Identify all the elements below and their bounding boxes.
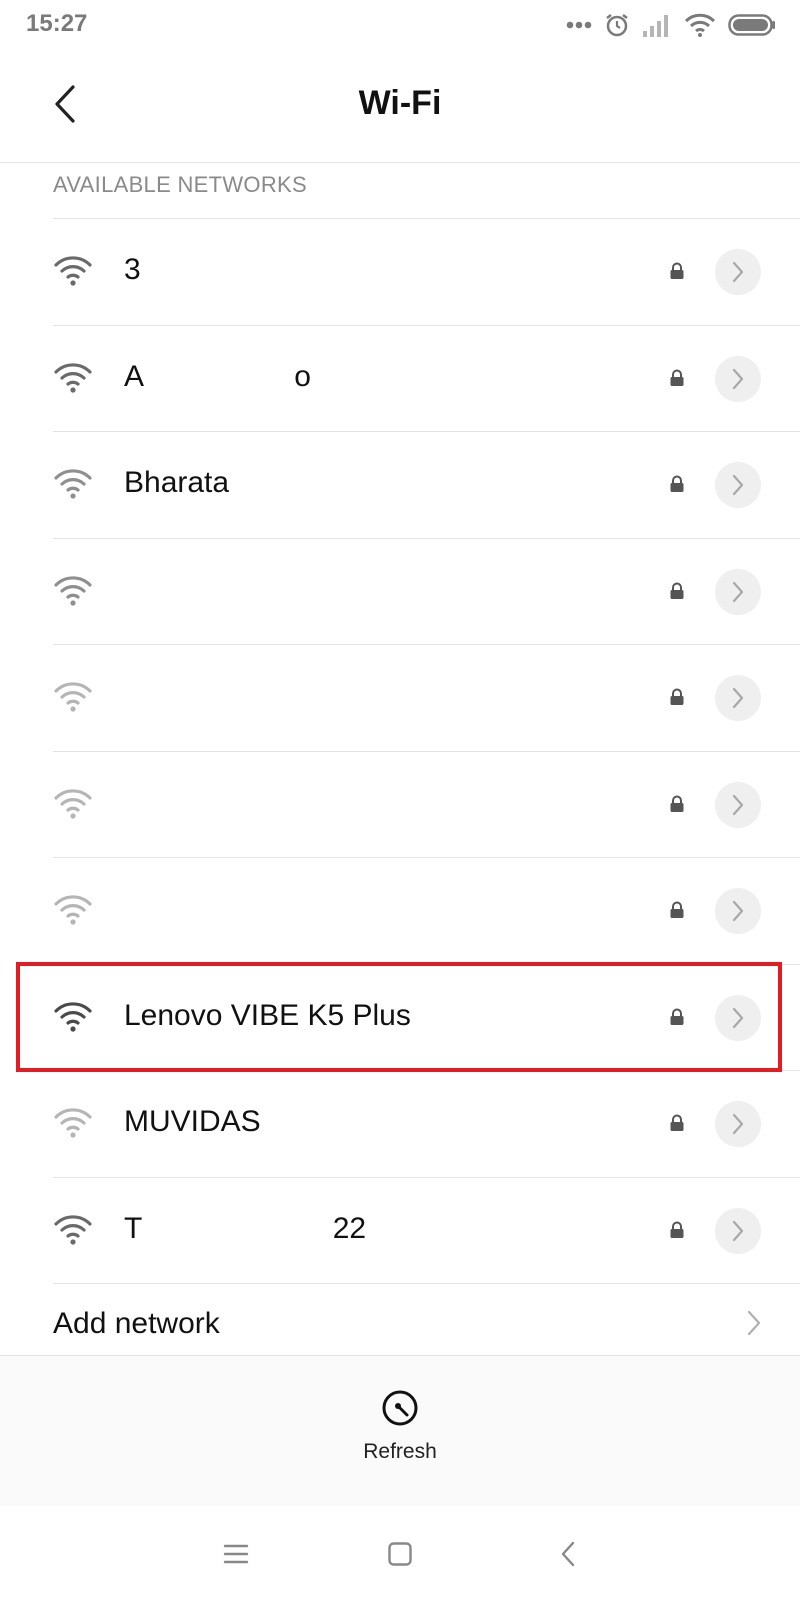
wifi-signal-icon [53,1001,93,1033]
wifi-signal-icon [53,575,93,607]
wifi-signal-icon [53,1107,93,1139]
lock-icon [669,688,685,706]
network-details-button[interactable] [715,568,761,615]
network-details-button[interactable] [715,675,761,721]
chevron-right-icon [732,1220,744,1241]
status-time: 15:27 [26,10,88,37]
chevron-right-icon [732,794,744,815]
network-details-button[interactable] [715,462,761,508]
network-details-button[interactable] [715,888,761,934]
lock-icon [669,369,685,387]
wifi-signal-icon [53,788,93,820]
menu-icon [223,1544,249,1564]
network-row[interactable] [53,539,800,645]
network-name: T 22 [124,1211,367,1245]
network-row[interactable]: Lenovo VIBE K5 Plus [53,965,800,1071]
refresh-label: Refresh [363,1440,437,1463]
network-row[interactable]: Bharata [53,432,800,539]
chevron-right-icon [732,368,744,389]
alarm-icon [604,12,630,38]
network-list: 3 A o Bharata Lenovo VIBE K5 Plus MUVIDAS T 2… [0,219,800,1284]
home-button[interactable] [380,1534,420,1574]
lock-icon [669,475,685,493]
lock-icon [669,582,685,600]
network-row[interactable] [53,752,800,858]
network-details-button[interactable] [715,1207,761,1254]
lock-icon [669,262,685,280]
network-row[interactable] [53,645,800,752]
network-name: MUVIDAS [124,1105,261,1138]
lock-icon [669,901,685,919]
network-details-button[interactable] [715,781,761,828]
chevron-right-icon [746,1309,762,1342]
nav-back-icon [561,1541,575,1567]
wifi-status-icon [684,13,716,37]
refresh-icon [380,1388,420,1428]
chevron-right-icon [732,687,744,709]
chevron-right-icon [732,900,744,922]
more-dots-icon [566,21,592,29]
lock-icon [669,1221,685,1239]
network-details-button[interactable] [715,355,761,402]
chevron-right-icon [732,1007,744,1028]
chevron-right-icon [732,261,744,283]
network-row[interactable]: T 22 [53,1178,800,1284]
network-row[interactable] [53,858,800,965]
wifi-signal-icon [53,681,93,713]
section-title: AVAILABLE NETWORKS [53,172,307,197]
chevron-right-icon [732,581,744,602]
network-row[interactable]: MUVIDAS [53,1071,800,1178]
lock-icon [669,1008,685,1026]
refresh-button[interactable]: Refresh [340,1388,460,1478]
navigation-bar [0,1506,800,1600]
status-icons [566,10,776,40]
network-name: 3 [124,253,141,286]
chevron-right-icon [732,474,744,496]
wifi-signal-icon [53,894,93,926]
add-network-item[interactable]: Add network [0,1287,800,1355]
network-row[interactable]: A o [53,326,800,432]
nav-back-button[interactable] [548,1534,588,1574]
menu-button[interactable] [216,1534,256,1574]
network-details-button[interactable] [715,249,761,295]
network-name: Lenovo VIBE K5 Plus [124,998,411,1032]
network-details-button[interactable] [715,1101,761,1147]
status-bar: 15:27 [0,0,800,50]
wifi-signal-icon [53,468,93,500]
lock-icon [669,795,685,813]
page-title: Wi-Fi [358,84,442,122]
network-row[interactable]: 3 [53,219,800,326]
wifi-signal-icon [53,1214,93,1246]
network-details-button[interactable] [715,994,761,1041]
wifi-signal-icon [53,362,93,394]
wifi-signal-icon [53,255,93,287]
network-name: Bharata [124,466,230,499]
action-area: Refresh [0,1355,800,1507]
add-network-label: Add network [53,1307,220,1340]
chevron-right-icon [732,1113,744,1135]
home-icon [388,1542,412,1566]
network-name: A o [124,359,311,393]
battery-icon [728,14,776,36]
lock-icon [669,1114,685,1132]
signal-icon [642,13,672,37]
header: Wi-Fi [0,50,800,163]
